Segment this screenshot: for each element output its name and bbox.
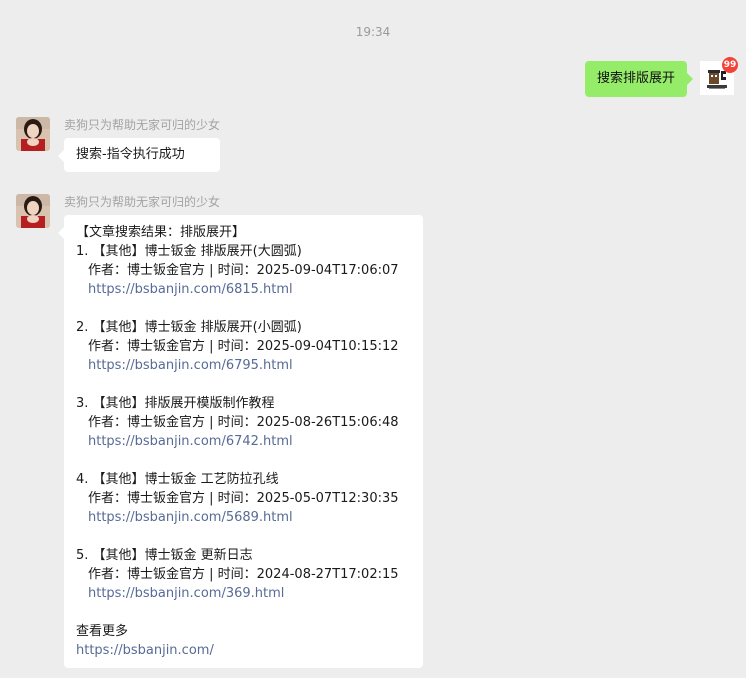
- result-item: 1. 【其他】博士钣金 排版展开(大圆弧) 作者：博士钣金官方 | 时间：202…: [76, 242, 411, 299]
- result-title: 2. 【其他】博士钣金 排版展开(小圆弧): [76, 320, 302, 335]
- result-meta: 作者：博士钣金官方 | 时间：2024-08-27T17:02:15: [88, 567, 399, 582]
- result-meta: 作者：博士钣金官方 | 时间：2025-05-07T12:30:35: [88, 491, 399, 506]
- result-item: 3. 【其他】排版展开模版制作教程 作者：博士钣金官方 | 时间：2025-08…: [76, 394, 411, 451]
- unread-count-badge: 99: [722, 57, 738, 73]
- chat-timestamp: 19:34: [355, 25, 391, 39]
- result-title: 4. 【其他】博士钣金 工艺防拉孔线: [76, 472, 279, 487]
- result-title: 3. 【其他】排版展开模版制作教程: [76, 396, 275, 411]
- outgoing-message-bubble[interactable]: 搜索排版展开: [584, 61, 694, 97]
- result-title: 5. 【其他】博士钣金 更新日志: [76, 548, 253, 563]
- incoming-message-row: 卖狗只为帮助无家可归的少女 搜索-指令执行成功: [16, 117, 221, 172]
- result-item: 5. 【其他】博士钣金 更新日志 作者：博士钣金官方 | 时间：2024-08-…: [76, 546, 411, 603]
- incoming-message-row: 卖狗只为帮助无家可归的少女 【文章搜索结果：排版展开】 1. 【其他】博士钣金 …: [16, 194, 423, 668]
- my-avatar[interactable]: 99: [700, 57, 738, 95]
- sender-avatar[interactable]: [16, 194, 50, 228]
- incoming-message-bubble[interactable]: 搜索-指令执行成功: [57, 138, 221, 172]
- outgoing-message-row: 搜索排版展开 99: [584, 57, 738, 97]
- sender-name: 卖狗只为帮助无家可归的少女: [64, 118, 221, 132]
- result-item: 2. 【其他】博士钣金 排版展开(小圆弧) 作者：博士钣金官方 | 时间：202…: [76, 318, 411, 375]
- result-item: 4. 【其他】博士钣金 工艺防拉孔线 作者：博士钣金官方 | 时间：2025-0…: [76, 470, 411, 527]
- result-link[interactable]: https://bsbanjin.com/6742.html: [88, 434, 293, 449]
- result-meta: 作者：博士钣金官方 | 时间：2025-08-26T15:06:48: [88, 415, 399, 430]
- search-results-bubble[interactable]: 【文章搜索结果：排版展开】 1. 【其他】博士钣金 排版展开(大圆弧) 作者：博…: [58, 215, 423, 668]
- result-title: 1. 【其他】博士钣金 排版展开(大圆弧): [76, 244, 302, 259]
- sender-avatar[interactable]: [16, 117, 50, 151]
- result-meta: 作者：博士钣金官方 | 时间：2025-09-04T17:06:07: [88, 263, 399, 278]
- result-link[interactable]: https://bsbanjin.com/6815.html: [88, 282, 293, 297]
- result-meta: 作者：博士钣金官方 | 时间：2025-09-04T10:15:12: [88, 339, 399, 354]
- result-link[interactable]: https://bsbanjin.com/6795.html: [88, 358, 293, 373]
- sender-name: 卖狗只为帮助无家可归的少女: [64, 195, 221, 209]
- sender-avatar-icon: [16, 194, 50, 228]
- see-more-label: 查看更多: [76, 624, 129, 639]
- results-header: 【文章搜索结果：排版展开】: [76, 225, 246, 240]
- sender-avatar-icon: [16, 117, 50, 151]
- see-more-link[interactable]: https://bsbanjin.com/: [76, 643, 214, 658]
- result-link[interactable]: https://bsbanjin.com/369.html: [88, 586, 284, 601]
- result-link[interactable]: https://bsbanjin.com/5689.html: [88, 510, 293, 525]
